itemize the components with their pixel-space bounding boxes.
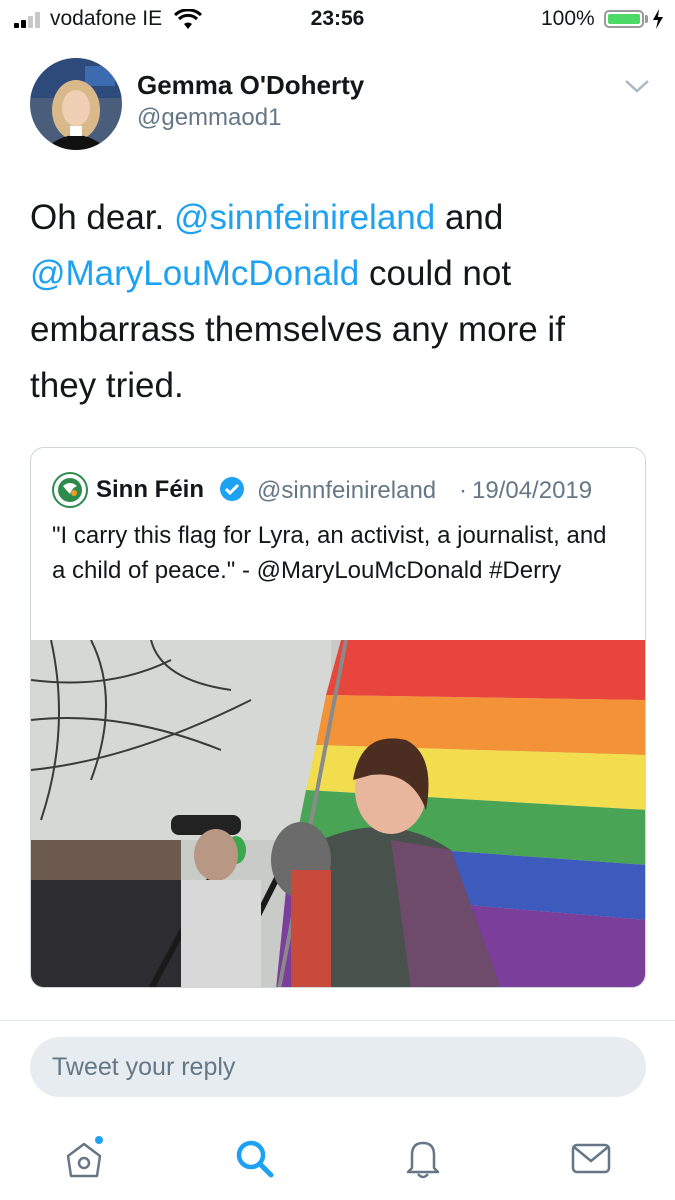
quoted-date: 19/04/2019: [472, 477, 593, 504]
reply-input[interactable]: Tweet your reply: [30, 1037, 646, 1097]
quoted-author-name: Sinn Féin: [96, 476, 204, 503]
quoted-photo[interactable]: [31, 640, 646, 988]
quoted-tweet[interactable]: Sinn Féin @sinnfeinireland · 19/04/2019 …: [30, 447, 646, 988]
author-handle[interactable]: @gemmaod1: [137, 104, 281, 132]
author-avatar[interactable]: [30, 58, 122, 150]
author-name[interactable]: Gemma O'Doherty: [137, 70, 364, 101]
reply-placeholder: Tweet your reply: [52, 1053, 236, 1081]
status-bar: vodafone IE 23:56 100%: [0, 0, 675, 38]
battery-percent: 100%: [541, 7, 595, 30]
chevron-down-icon[interactable]: [624, 78, 650, 94]
mail-icon[interactable]: [569, 1136, 613, 1180]
separator-dot: ·: [459, 477, 467, 504]
quoted-avatar: [52, 472, 88, 508]
verified-icon: [220, 477, 244, 501]
home-icon[interactable]: [62, 1136, 106, 1180]
tab-bar: [0, 1120, 675, 1200]
tweet-text: Oh dear. @sinnfeinireland and @MaryLouMc…: [30, 198, 565, 405]
mention-link[interactable]: @MaryLouMcDonald: [30, 254, 359, 293]
search-icon[interactable]: [232, 1136, 276, 1180]
bell-icon[interactable]: [401, 1136, 445, 1180]
quoted-author-handle: @sinnfeinireland: [257, 477, 437, 504]
charging-bolt-icon: [653, 9, 663, 29]
battery-icon: [604, 10, 644, 28]
quoted-text: "I carry this flag for Lyra, an activist…: [52, 522, 607, 584]
mention-link[interactable]: @sinnfeinireland: [174, 198, 435, 237]
divider: [0, 1020, 675, 1021]
